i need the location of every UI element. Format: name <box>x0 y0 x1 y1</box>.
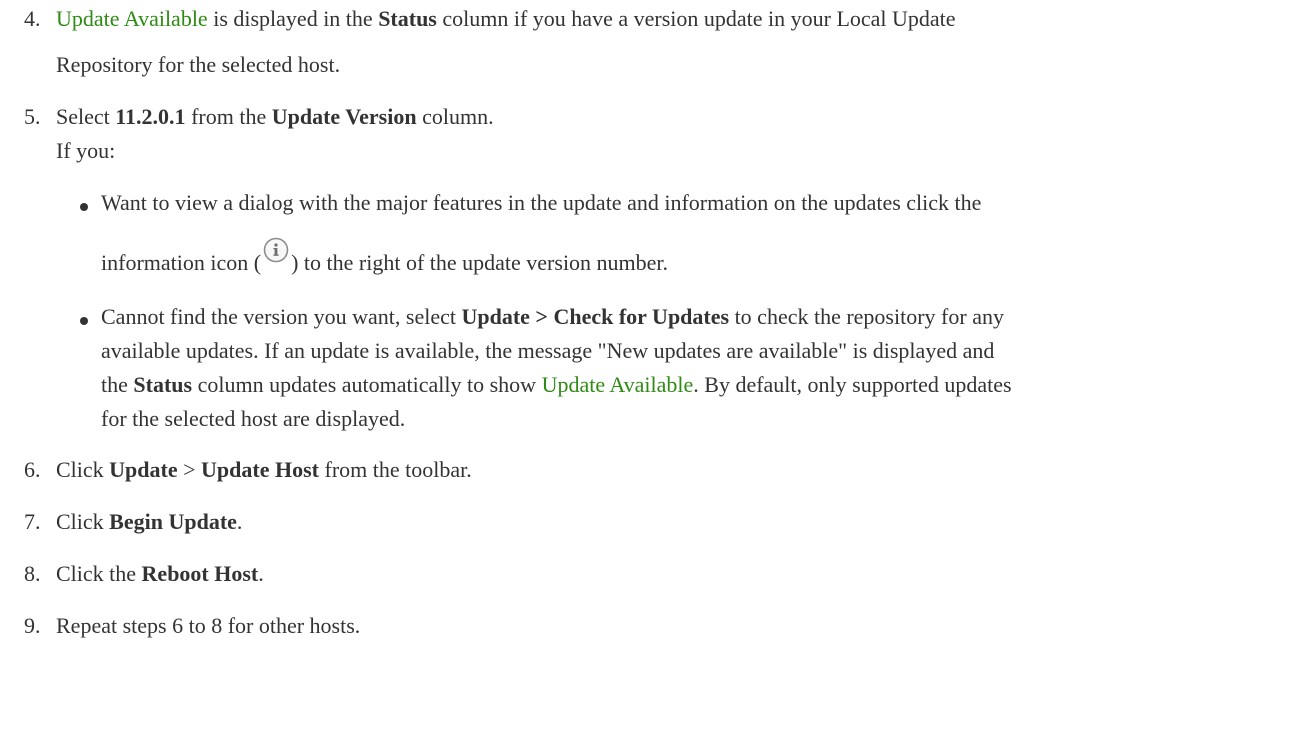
step-8-line: Click the Reboot Host. <box>56 561 1306 587</box>
text-run: from the toolbar. <box>319 457 472 482</box>
text-run: from the <box>185 104 272 129</box>
bold-text: Begin Update <box>109 509 237 534</box>
bold-text: Reboot Host <box>141 561 259 586</box>
step-number: 6. <box>24 457 41 482</box>
bullet-2-line-1: Cannot find the version you want, select… <box>101 304 1311 330</box>
text-run: . By default, only supported updates <box>693 372 1012 397</box>
text-run: information icon ( <box>101 250 262 275</box>
bold-text: Status <box>378 6 437 31</box>
bold-text: Update <box>109 457 178 482</box>
text-run: column updates automatically to show <box>192 372 542 397</box>
update-available-link[interactable]: Update Available <box>56 6 208 31</box>
text-run: column if you have a version update in y… <box>436 6 956 31</box>
bullet-2-line-2: available updates. If an update is avail… <box>101 338 995 363</box>
bold-text: Update Host <box>201 457 319 482</box>
bold-text: 11.2.0.1 <box>115 104 186 129</box>
step-number: 5. <box>24 104 41 129</box>
text-run: Click <box>56 509 110 534</box>
bullet-dot <box>80 203 88 211</box>
text-run: the <box>101 372 134 397</box>
step-number: 8. <box>24 561 41 586</box>
bullet-1-line-1: Want to view a dialog with the major fea… <box>101 190 982 215</box>
bullet-2-line-3: the Status column updates automatically … <box>101 372 1311 398</box>
step-5-line-2: If you: <box>56 138 116 163</box>
text-run: Click <box>56 457 110 482</box>
update-available-link[interactable]: Update Available <box>542 372 694 397</box>
text-run: Select <box>56 104 116 129</box>
document-body: 4. Update Available is displayed in the … <box>0 0 1314 753</box>
step-5-line-1: Select 11.2.0.1 from the Update Version … <box>56 104 1306 130</box>
step-number: 4. <box>24 6 41 31</box>
text-run: is displayed in the <box>207 6 379 31</box>
step-4-line-1: Update Available is displayed in the Sta… <box>56 6 1306 32</box>
step-7-line: Click Begin Update. <box>56 509 1306 535</box>
bullet-1-line-2: information icon ( ) to the right of the … <box>101 237 1311 276</box>
step-6-line: Click Update > Update Host from the tool… <box>56 457 1306 483</box>
text-run: . <box>258 561 264 586</box>
text-run: Cannot find the version you want, select <box>101 304 462 329</box>
step-9-line: Repeat steps 6 to 8 for other hosts. <box>56 613 361 638</box>
step-number: 9. <box>24 613 41 638</box>
bullet-2-line-4: for the selected host are displayed. <box>101 406 406 431</box>
bold-text: Update > Check for Updates <box>461 304 730 329</box>
text-run: . <box>236 509 243 534</box>
bullet-dot <box>80 317 88 325</box>
step-4-line-2: Repository for the selected host. <box>56 52 341 77</box>
text-run: > <box>177 457 202 482</box>
step-number: 7. <box>24 509 41 534</box>
info-circle-icon <box>263 237 289 263</box>
text-run: ) to the right of the update version num… <box>291 250 669 275</box>
bold-text: Status <box>133 372 193 397</box>
text-run: to check the repository for any <box>729 304 1004 329</box>
text-run: Click the <box>56 561 142 586</box>
text-run: column. <box>416 104 494 129</box>
bold-text: Update Version <box>271 104 417 129</box>
